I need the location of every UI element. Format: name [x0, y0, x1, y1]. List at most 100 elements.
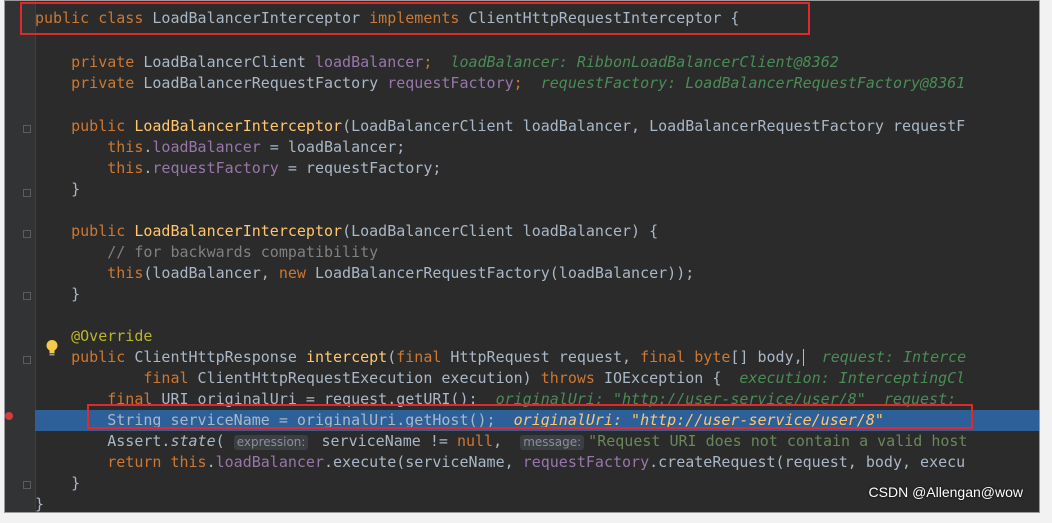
- fold-marker[interactable]: [23, 481, 31, 489]
- code-line-class-declaration: public class LoadBalancerInterceptor imp…: [35, 8, 1039, 29]
- keyword: null: [456, 432, 494, 450]
- code-line-current-execution: String serviceName = originalUri.getHost…: [35, 410, 1039, 431]
- code-line-return: return this.loadBalancer.execute(service…: [35, 452, 1039, 473]
- semicolon: ;: [513, 74, 523, 92]
- inline-debug-value: request: Interce: [821, 348, 967, 366]
- inline-debug-value: originalUri: "http://user-service/user/8…: [513, 411, 884, 429]
- text-caret: [802, 349, 804, 366]
- fold-marker[interactable]: [23, 356, 31, 364]
- field-name: requestFactory: [387, 74, 514, 92]
- expression: = loadBalancer;: [260, 138, 406, 156]
- keyword: new: [278, 264, 306, 282]
- code-line-close-brace: }: [35, 179, 1039, 200]
- fold-marker[interactable]: [23, 230, 31, 238]
- keyword: final: [143, 369, 189, 387]
- keyword: byte: [694, 348, 731, 366]
- parameters: ClientHttpRequestExecution execution): [188, 369, 541, 387]
- keyword: throws: [540, 369, 595, 387]
- keyword: private: [71, 53, 135, 71]
- brace: }: [35, 495, 45, 513]
- type-name: LoadBalancerRequestFactory: [143, 74, 379, 92]
- expression: URI originalUri = request.getURI();: [152, 390, 478, 408]
- field-name: requestFactory: [152, 159, 279, 177]
- keyword: final: [640, 348, 686, 366]
- keyword: final: [396, 348, 442, 366]
- code-line-field-loadbalancer: private LoadBalancerClient loadBalancer;…: [35, 52, 1039, 73]
- code-line-intercept-signature: public ClientHttpResponse intercept(fina…: [35, 347, 1039, 368]
- brace: }: [71, 285, 81, 303]
- keyword: this: [170, 453, 207, 471]
- brace: }: [71, 474, 81, 492]
- fold-marker[interactable]: [23, 125, 31, 133]
- parameters: (LoadBalancerClient loadBalancer, LoadBa…: [342, 117, 966, 135]
- inline-debug-value: loadBalancer: RibbonLoadBalancerClient@8…: [450, 53, 839, 71]
- keyword: final: [107, 390, 153, 408]
- class-name: LoadBalancerInterceptor: [152, 9, 361, 27]
- code-line-close-brace: }: [35, 284, 1039, 305]
- type-name: LoadBalancerClient: [143, 53, 306, 71]
- keyword: implements: [369, 9, 460, 27]
- semicolon: ;: [423, 53, 433, 71]
- parameters: HttpRequest request,: [441, 348, 641, 366]
- breakpoint-icon[interactable]: [5, 412, 13, 420]
- code-line-constructor1-signature: public LoadBalancerInterceptor(LoadBalan…: [35, 116, 1039, 137]
- code-line-comment: // for backwards compatibility: [35, 242, 1039, 263]
- field-name: loadBalancer: [215, 453, 324, 471]
- expression: .createRequest(request, body, execu: [649, 453, 966, 471]
- expression: = requestFactory;: [278, 159, 442, 177]
- keyword: this: [107, 264, 144, 282]
- expression: String serviceName = originalUri.getHost…: [107, 411, 496, 429]
- expression: Assert.: [107, 432, 171, 450]
- expression: ,: [493, 432, 512, 450]
- interface-name: ClientHttpRequestInterceptor: [468, 9, 722, 27]
- keyword: public: [71, 348, 126, 366]
- parameter-hint: message:: [520, 435, 585, 450]
- parameters: [] body,: [730, 348, 803, 366]
- brace: {: [730, 9, 740, 27]
- code-line-intercept-signature2: final ClientHttpRequestExecution executi…: [35, 368, 1039, 389]
- inline-debug-value: originalUri: "http://user-service/user/8…: [495, 390, 966, 408]
- code-editor[interactable]: public class LoadBalancerInterceptor imp…: [4, 0, 1040, 513]
- code-line-original-uri: final URI originalUri = request.getURI()…: [35, 389, 1039, 410]
- fold-marker[interactable]: [23, 189, 31, 197]
- keyword: this: [107, 138, 144, 156]
- code-line-field-requestfactory: private LoadBalancerRequestFactory reque…: [35, 73, 1039, 94]
- annotation: @Override: [71, 327, 153, 345]
- field-name: loadBalancer: [152, 138, 261, 156]
- expression: .execute(serviceName,: [324, 453, 523, 471]
- code-line-constructor1-body1: this.loadBalancer = loadBalancer;: [35, 137, 1039, 158]
- parameters: (LoadBalancerClient loadBalancer) {: [342, 222, 659, 240]
- method-name: LoadBalancerInterceptor: [134, 222, 343, 240]
- keyword: public: [35, 9, 90, 27]
- editor-gutter[interactable]: [5, 1, 36, 512]
- keyword: public: [71, 117, 126, 135]
- keyword: this: [107, 159, 144, 177]
- expression: serviceName !=: [312, 432, 457, 450]
- parameter-hint: expression:: [233, 435, 309, 450]
- string-literal: "Request URI does not contain a valid ho…: [588, 432, 968, 450]
- field-name: requestFactory: [522, 453, 650, 471]
- paren: (: [387, 348, 397, 366]
- watermark: CSDN @Allengan@wow: [868, 484, 1023, 500]
- inline-debug-value: execution: InterceptingCl: [739, 369, 966, 387]
- type-name: ClientHttpResponse: [134, 348, 297, 366]
- inline-debug-value: requestFactory: LoadBalancerRequestFacto…: [540, 74, 966, 92]
- expression: (loadBalancer,: [143, 264, 279, 282]
- code-line-constructor2-signature: public LoadBalancerInterceptor(LoadBalan…: [35, 221, 1039, 242]
- fold-marker[interactable]: [23, 292, 31, 300]
- method-name: intercept: [305, 348, 388, 366]
- exception-type: IOException {: [594, 369, 722, 387]
- dot: .: [206, 453, 216, 471]
- keyword: return: [107, 453, 162, 471]
- code-line-constructor1-body2: this.requestFactory = requestFactory;: [35, 158, 1039, 179]
- keyword: public: [71, 222, 126, 240]
- comment: // for backwards compatibility: [107, 243, 379, 261]
- keyword: class: [98, 9, 144, 27]
- field-name: loadBalancer: [314, 53, 424, 71]
- code-line-annotation: @Override: [35, 326, 1039, 347]
- expression: LoadBalancerRequestFactory(loadBalancer)…: [305, 264, 695, 282]
- code-line-constructor2-body: this(loadBalancer, new LoadBalancerReque…: [35, 263, 1039, 284]
- code-line-assert: Assert.state( expression: serviceName !=…: [35, 431, 1039, 452]
- keyword: private: [71, 74, 135, 92]
- paren: (: [215, 432, 225, 450]
